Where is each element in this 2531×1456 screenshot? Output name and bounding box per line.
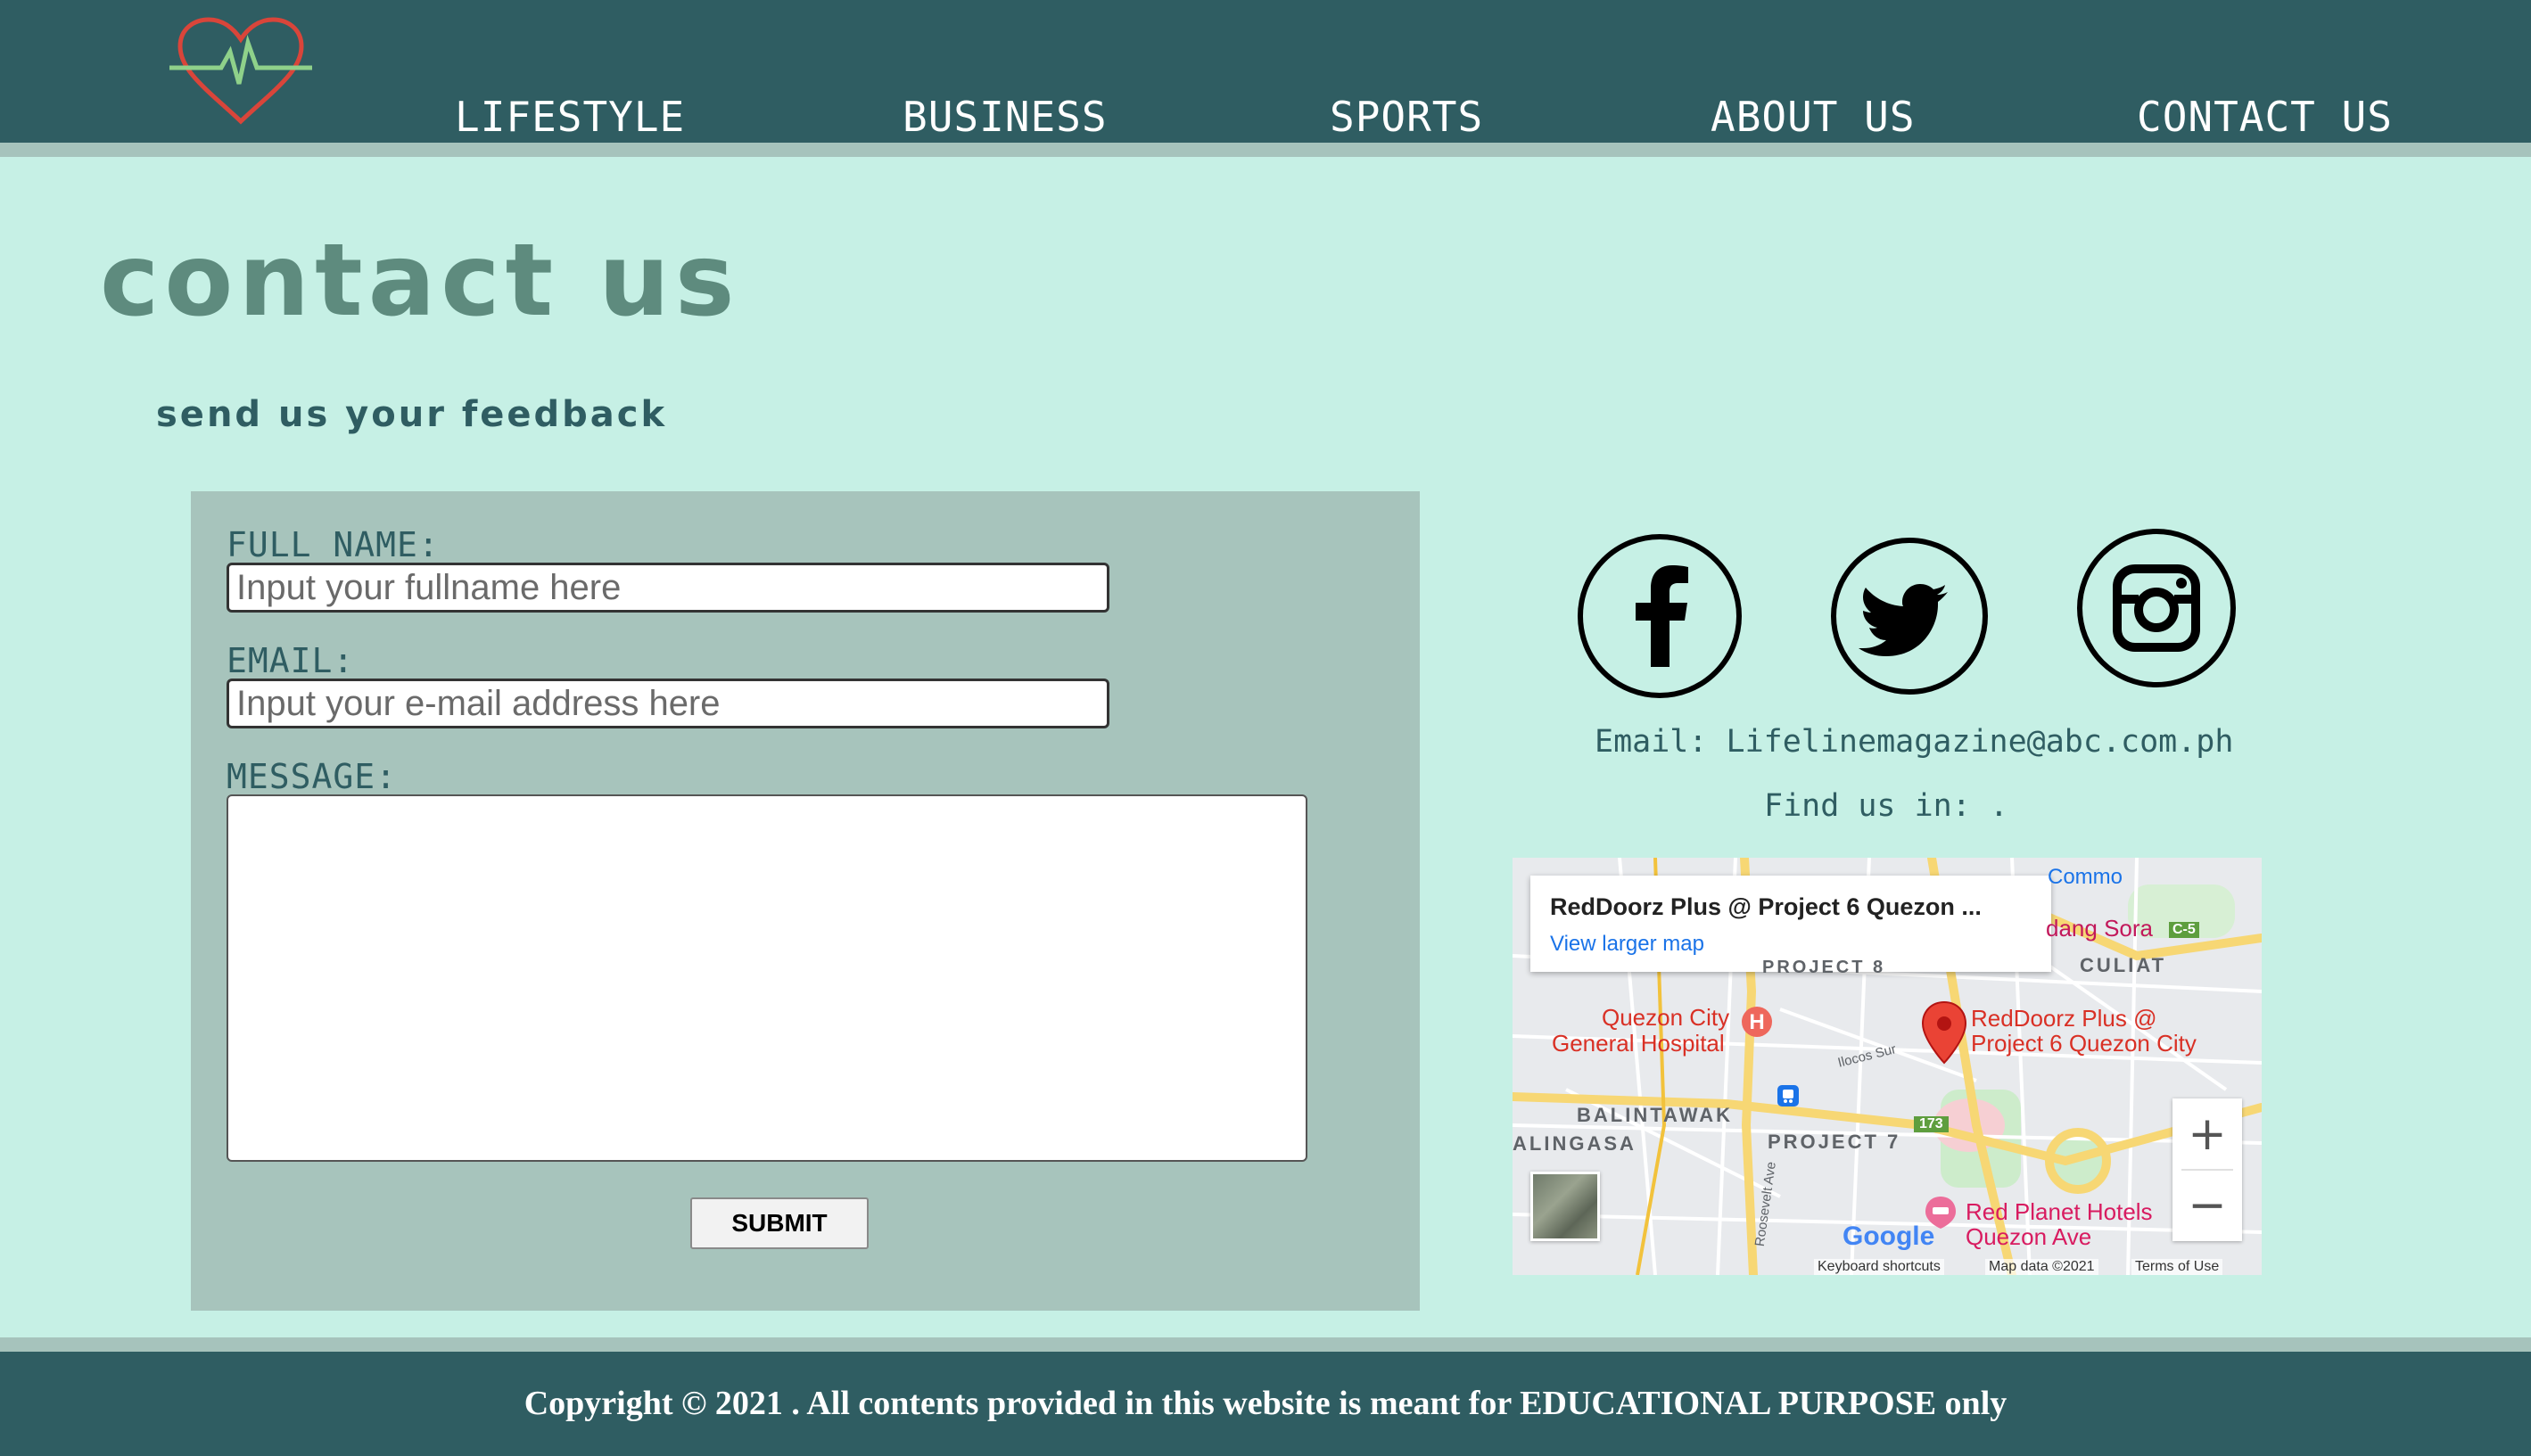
map-place-title: RedDoorz Plus @ Project 6 Quezon ... <box>1550 893 1982 920</box>
map-label-reddoorz-line2: Project 6 Quezon City <box>1971 1030 2197 1057</box>
map-zoom-controls: + − <box>2172 1098 2242 1241</box>
google-logo: Google <box>1843 1222 1935 1251</box>
nav-about-us[interactable]: ABOUT US <box>1711 93 1916 141</box>
map-data-attribution: Map data ©2021 <box>1985 1259 2098 1275</box>
map-label-reddoorz-line1: RedDoorz Plus @ <box>1971 1005 2157 1032</box>
map-label-tandang-sora: dang Sora <box>2046 915 2153 942</box>
map-label-balintawak: BALINTAWAK <box>1577 1104 1734 1126</box>
full-name-input[interactable] <box>227 563 1109 613</box>
svg-text:H: H <box>1749 1010 1764 1034</box>
site-footer: Copyright © 2021 . All contents provided… <box>0 1352 2531 1456</box>
map-label-route-173: 173 <box>1914 1116 1949 1132</box>
contact-email: Email: Lifelinemagazine@abc.com.ph <box>1595 724 2234 760</box>
map-label-hospital-line1: Quezon City <box>1602 1004 1730 1031</box>
location-pin-icon[interactable] <box>1919 1000 1969 1065</box>
message-label: MESSAGE: <box>227 757 398 796</box>
email-input[interactable] <box>227 679 1109 728</box>
zoom-out-button[interactable]: − <box>2172 1170 2242 1241</box>
facebook-icon <box>1578 534 1742 698</box>
satellite-view-toggle[interactable] <box>1530 1172 1600 1241</box>
twitter-link[interactable] <box>1830 537 1989 695</box>
instagram-link[interactable] <box>2076 528 2237 688</box>
zoom-in-button[interactable]: + <box>2172 1098 2242 1170</box>
hospital-icon[interactable]: H <box>1741 1006 1773 1038</box>
map-embed[interactable]: RedDoorz Plus @ Project 6 Quezon ... Vie… <box>1513 858 2262 1275</box>
nav-business[interactable]: BUSINESS <box>903 93 1108 141</box>
page-subtitle: send us your feedback <box>156 394 668 435</box>
twitter-icon <box>1831 538 1988 695</box>
keyboard-shortcuts-link[interactable]: Keyboard shortcuts <box>1814 1259 1944 1275</box>
facebook-link[interactable] <box>1577 533 1743 699</box>
terms-of-use-link[interactable]: Terms of Use <box>2131 1259 2223 1275</box>
map-label-project7: PROJECT 7 <box>1768 1131 1901 1153</box>
message-textarea[interactable] <box>227 794 1307 1162</box>
find-us-text: Find us in: . <box>1764 788 2008 824</box>
site-header: LIFESTYLE BUSINESS SPORTS ABOUT US CONTA… <box>0 0 2531 143</box>
heartbeat-logo-icon[interactable] <box>169 16 312 127</box>
nav-sports[interactable]: SPORTS <box>1330 93 1483 141</box>
full-name-label: FULL NAME: <box>227 525 440 564</box>
map-label-commonwealth: Commo <box>2048 865 2123 889</box>
instagram-icon <box>2077 529 2236 687</box>
nav-lifestyle[interactable]: LIFESTYLE <box>455 93 685 141</box>
train-station-icon[interactable] <box>1777 1084 1800 1107</box>
email-label: EMAIL: <box>227 641 355 680</box>
submit-button[interactable]: SUBMIT <box>690 1197 869 1249</box>
map-label-culiat: CULIAT <box>2080 954 2167 976</box>
page-title: contact us <box>100 223 740 339</box>
header-divider <box>0 143 2531 157</box>
copyright-text: Copyright © 2021 . All contents provided… <box>524 1385 2007 1422</box>
nav-contact-us[interactable]: CONTACT US <box>2137 93 2393 141</box>
map-label-hospital-line2: General Hospital <box>1552 1030 1725 1057</box>
view-larger-map-link[interactable]: View larger map <box>1550 932 2032 957</box>
feedback-form: FULL NAME: EMAIL: MESSAGE: SUBMIT <box>191 491 1420 1311</box>
map-label-red-planet-line1: Red Planet Hotels <box>1966 1198 2153 1225</box>
map-label-balingasa: ALINGASA <box>1513 1132 1636 1155</box>
map-label-c5: C-5 <box>2169 922 2199 938</box>
map-label-red-planet-line2: Quezon Ave <box>1966 1223 2092 1250</box>
footer-divider <box>0 1337 2531 1352</box>
map-label-project8: PROJECT 8 <box>1762 958 1886 977</box>
